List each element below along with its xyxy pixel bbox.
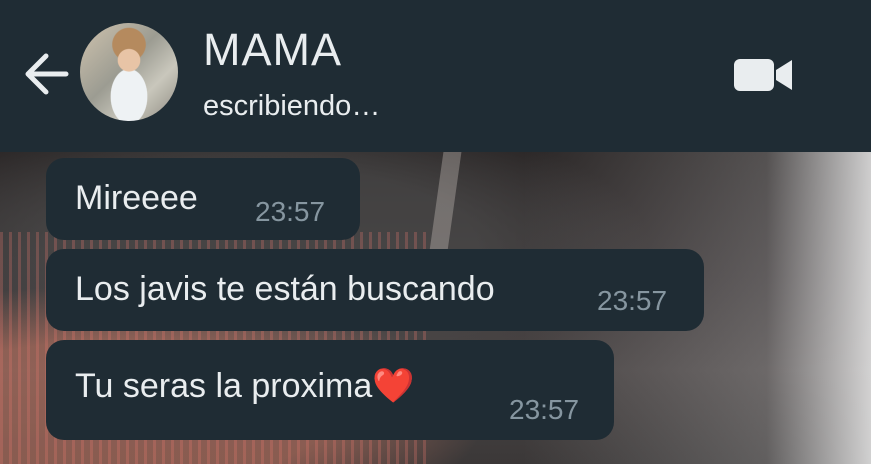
message-text: Tu seras la proxima❤️ — [75, 367, 415, 405]
contact-avatar[interactable] — [80, 23, 178, 121]
message-time: 23:57 — [255, 196, 326, 227]
message-text: Los javis te están buscando — [75, 270, 495, 308]
video-camera-icon[interactable] — [732, 56, 794, 94]
contact-name[interactable]: MAMA — [203, 25, 342, 75]
message-text: Mireeee — [75, 179, 198, 217]
message-bubble[interactable]: Tu seras la proxima❤️ 23:57 — [46, 340, 614, 440]
message-bubble[interactable]: Mireeee 23:57 — [46, 158, 360, 240]
arrow-left-icon[interactable] — [20, 48, 72, 100]
typing-status: escribiendo… — [203, 90, 381, 122]
message-time: 23:57 — [509, 394, 580, 425]
chat-header: MAMA escribiendo… — [0, 0, 871, 152]
message-bubble[interactable]: Los javis te están buscando 23:57 — [46, 249, 704, 331]
message-time: 23:57 — [597, 285, 668, 316]
